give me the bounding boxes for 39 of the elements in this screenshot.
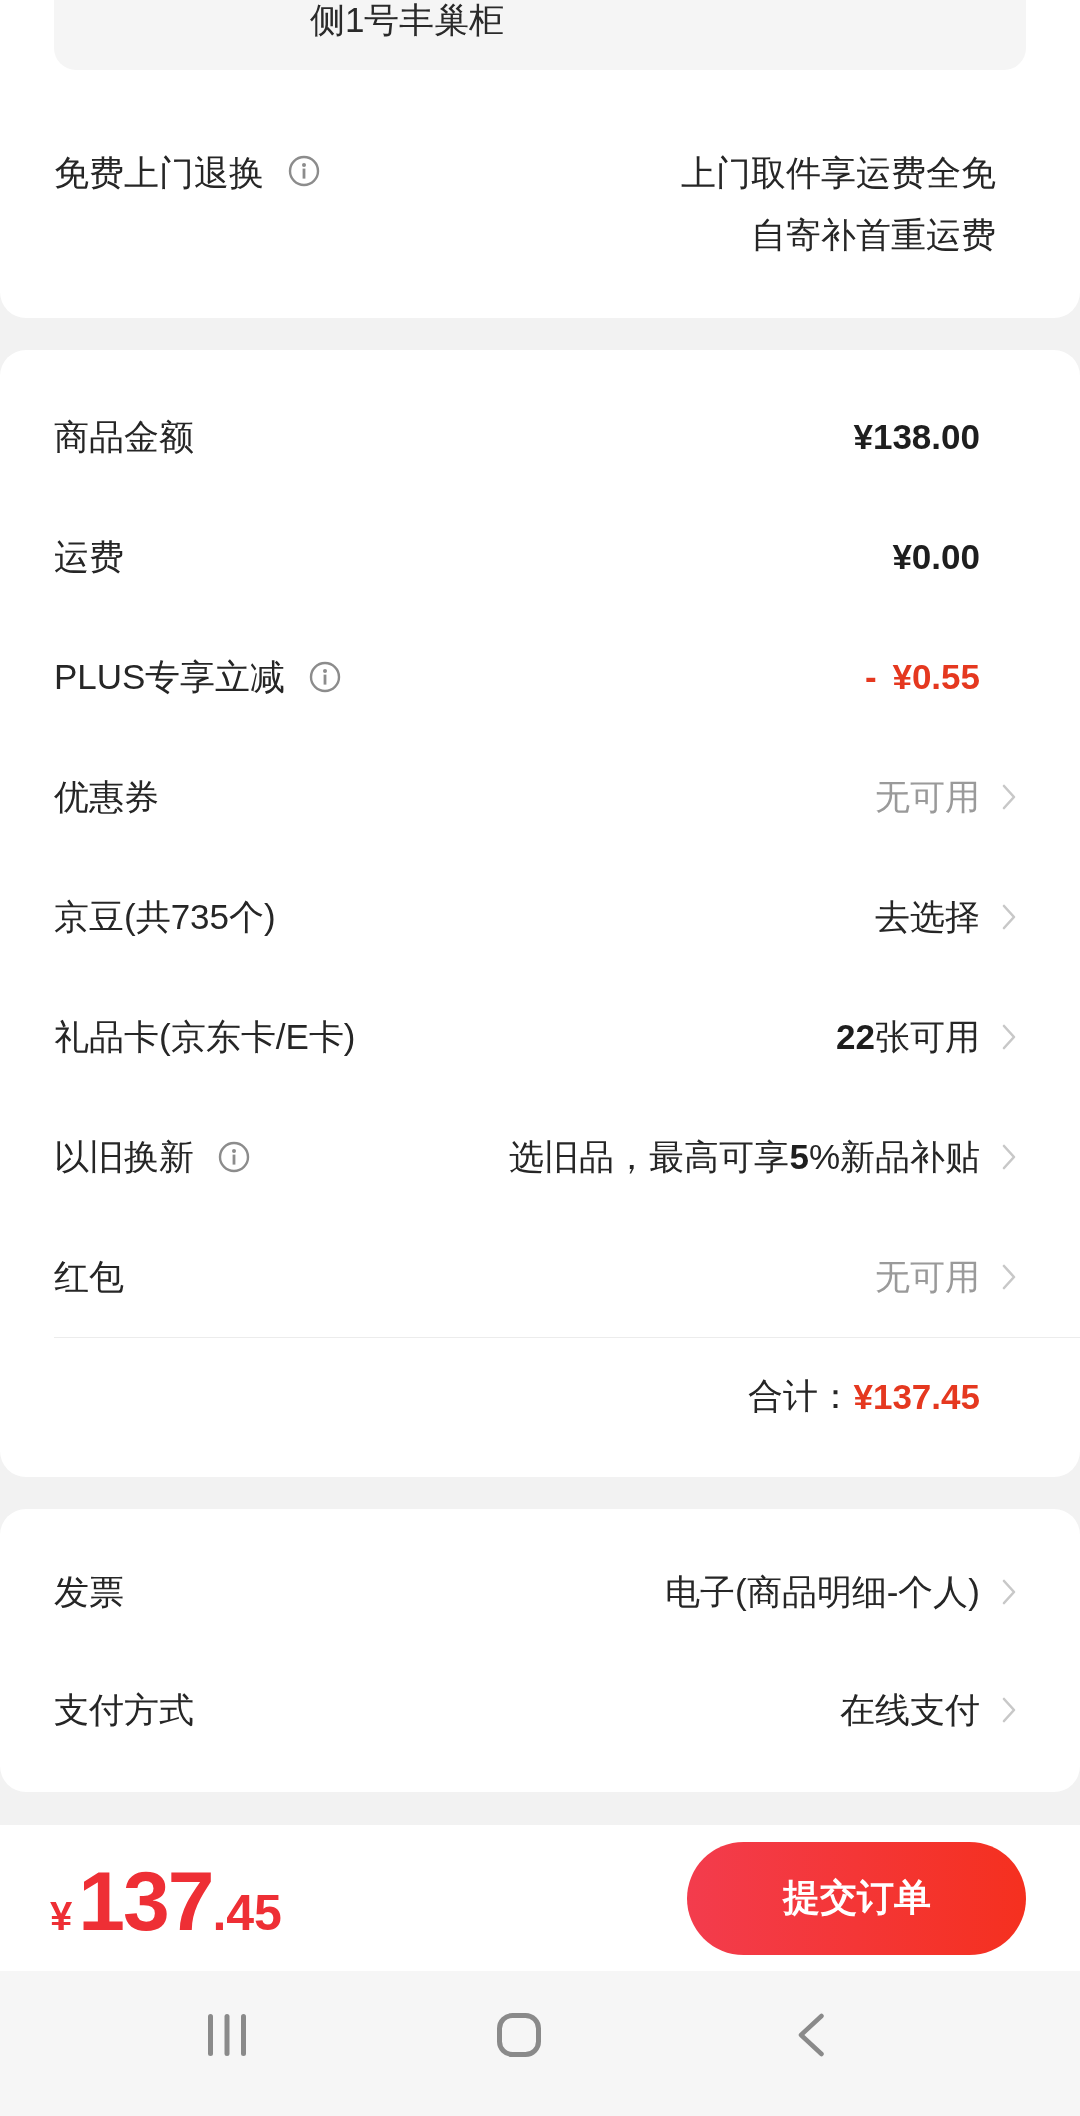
- row-label: 京豆(共735个): [54, 895, 276, 938]
- row-value: ¥0.00: [892, 537, 980, 577]
- row-label: 礼品卡(京东卡/E卡): [54, 1015, 356, 1058]
- row-label: 支付方式: [54, 1688, 194, 1731]
- service-note: 上门取件享运费全免: [681, 152, 996, 194]
- row-value: ¥138.00: [853, 417, 980, 457]
- chevron-right-icon[interactable]: [1002, 1697, 1016, 1723]
- row-value[interactable]: 选旧品，最高可享5%新品补贴: [509, 1133, 980, 1181]
- row-value[interactable]: 电子(商品明细-个人): [665, 1568, 980, 1616]
- address-text: 侧1号丰巢柜: [310, 0, 505, 40]
- info-icon[interactable]: [288, 155, 320, 187]
- row-label: 商品金额: [54, 415, 194, 458]
- three-bars-icon[interactable]: [207, 2013, 247, 2056]
- total-amount: ¥137.45: [853, 1376, 980, 1417]
- submit-order-button[interactable]: 提交订单: [687, 1841, 1026, 1955]
- row-label: 免费上门退换: [54, 152, 264, 194]
- chevron-right-icon[interactable]: [1002, 1579, 1016, 1605]
- row-value[interactable]: 在线支付: [840, 1686, 980, 1734]
- total-price: ¥137.45: [50, 1852, 282, 1950]
- row-value: - ¥0.55: [865, 657, 980, 697]
- row-label: 红包: [54, 1255, 124, 1298]
- chevron-right-icon[interactable]: [1002, 1144, 1016, 1170]
- row-value[interactable]: 22张可用: [836, 1013, 980, 1061]
- row-label: PLUS专享立减: [54, 655, 286, 698]
- row-label: 优惠券: [54, 775, 159, 818]
- chevron-right-icon[interactable]: [1002, 1264, 1016, 1290]
- service-note: 自寄补首重运费: [751, 214, 996, 256]
- home-icon[interactable]: [497, 2012, 541, 2057]
- row-value[interactable]: 去选择: [875, 893, 980, 941]
- chevron-right-icon[interactable]: [1002, 904, 1016, 930]
- back-icon[interactable]: [797, 2012, 825, 2057]
- row-label: 以旧换新: [54, 1135, 194, 1178]
- info-icon[interactable]: [309, 661, 342, 693]
- row-label: 运费: [54, 535, 124, 578]
- chevron-right-icon[interactable]: [1002, 1024, 1016, 1050]
- info-icon[interactable]: [218, 1141, 250, 1173]
- chevron-right-icon[interactable]: [1002, 784, 1016, 810]
- row-label: 发票: [54, 1570, 124, 1613]
- total-label: 合计：: [748, 1375, 854, 1417]
